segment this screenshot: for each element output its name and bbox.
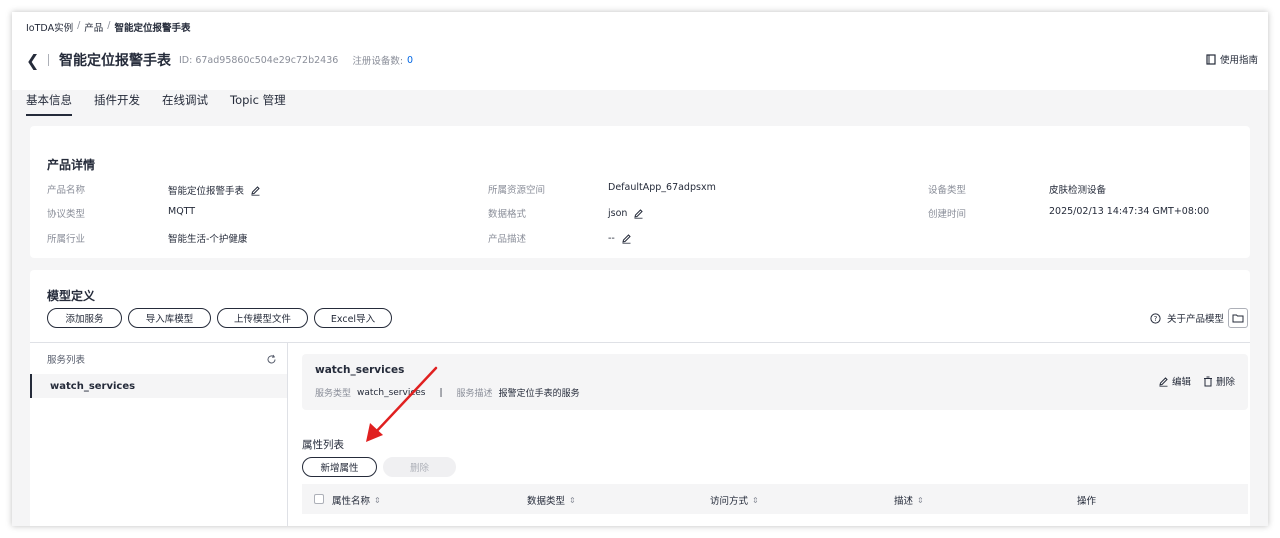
annotation-arrow-icon <box>366 366 438 442</box>
console-window: IoTDA实例 / 产品 / 智能定位报警手表 ❮ 智能定位报警手表 ID: 6… <box>12 12 1268 526</box>
